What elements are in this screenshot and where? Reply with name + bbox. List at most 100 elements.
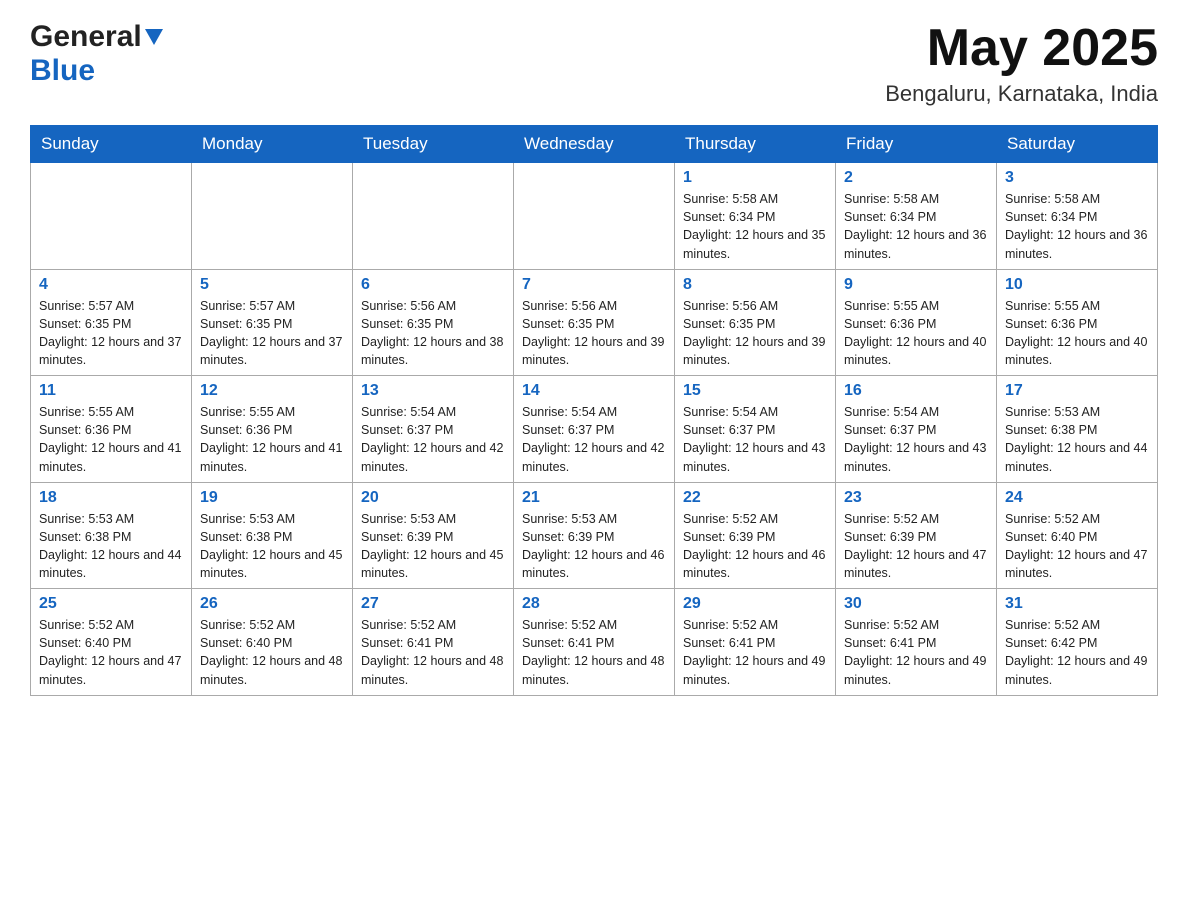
- day-info: Sunrise: 5:53 AMSunset: 6:38 PMDaylight:…: [200, 510, 344, 583]
- day-number: 15: [683, 382, 827, 400]
- day-number: 30: [844, 595, 988, 613]
- calendar-cell: 14 Sunrise: 5:54 AMSunset: 6:37 PMDayligh…: [514, 376, 675, 483]
- calendar-cell: 26Sunrise: 5:52 AMSunset: 6:40 PMDayligh…: [192, 589, 353, 696]
- calendar-cell: 5 Sunrise: 5:57 AMSunset: 6:35 PMDaylight…: [192, 269, 353, 376]
- calendar-cell: 27 Sunrise: 5:52 AMSunset: 6:41 PMDayligh…: [353, 589, 514, 696]
- day-info: Sunrise: 5:52 AMSunset: 6:40 PMDaylight:…: [1005, 510, 1149, 583]
- day-info: Sunrise: 5:55 AMSunset: 6:36 PMDaylight:…: [1005, 297, 1149, 370]
- calendar-week-4: 18 Sunrise: 5:53 AMSunset: 6:38 PMDayligh…: [31, 482, 1158, 589]
- calendar-cell: 12 Sunrise: 5:55 AMSunset: 6:36 PMDayligh…: [192, 376, 353, 483]
- day-number: 14: [522, 382, 666, 400]
- calendar-week-3: 11 Sunrise: 5:55 AMSunset: 6:36 PMDayligh…: [31, 376, 1158, 483]
- day-number: 12: [200, 382, 344, 400]
- day-info: Sunrise: 5:56 AMSunset: 6:35 PMDaylight:…: [683, 297, 827, 370]
- day-info: Sunrise: 5:58 AMSunset: 6:34 PMDaylight:…: [1005, 190, 1149, 263]
- day-number: 4: [39, 276, 183, 294]
- day-header-sunday: Sunday: [31, 126, 192, 163]
- day-number: 2: [844, 169, 988, 187]
- calendar-cell: [192, 163, 353, 270]
- day-info: Sunrise: 5:54 AMSunset: 6:37 PMDaylight:…: [522, 403, 666, 476]
- calendar-cell: 17 Sunrise: 5:53 AMSunset: 6:38 PMDayligh…: [997, 376, 1158, 483]
- calendar-cell: 13Sunrise: 5:54 AMSunset: 6:37 PMDayligh…: [353, 376, 514, 483]
- calendar-cell: 28 Sunrise: 5:52 AMSunset: 6:41 PMDayligh…: [514, 589, 675, 696]
- day-info: Sunrise: 5:54 AMSunset: 6:37 PMDaylight:…: [683, 403, 827, 476]
- day-header-tuesday: Tuesday: [353, 126, 514, 163]
- calendar-cell: 8 Sunrise: 5:56 AMSunset: 6:35 PMDaylight…: [675, 269, 836, 376]
- day-number: 1: [683, 169, 827, 187]
- day-info: Sunrise: 5:57 AMSunset: 6:35 PMDaylight:…: [200, 297, 344, 370]
- day-info: Sunrise: 5:52 AMSunset: 6:41 PMDaylight:…: [361, 616, 505, 689]
- day-number: 10: [1005, 276, 1149, 294]
- calendar-cell: 31Sunrise: 5:52 AMSunset: 6:42 PMDayligh…: [997, 589, 1158, 696]
- day-info: Sunrise: 5:52 AMSunset: 6:41 PMDaylight:…: [844, 616, 988, 689]
- day-header-monday: Monday: [192, 126, 353, 163]
- day-number: 7: [522, 276, 666, 294]
- day-number: 8: [683, 276, 827, 294]
- day-info: Sunrise: 5:53 AMSunset: 6:39 PMDaylight:…: [522, 510, 666, 583]
- calendar-week-2: 4 Sunrise: 5:57 AMSunset: 6:35 PMDaylight…: [31, 269, 1158, 376]
- day-number: 29: [683, 595, 827, 613]
- logo-general: General: [30, 20, 142, 54]
- day-info: Sunrise: 5:57 AMSunset: 6:35 PMDaylight:…: [39, 297, 183, 370]
- calendar-cell: 23Sunrise: 5:52 AMSunset: 6:39 PMDayligh…: [836, 482, 997, 589]
- title-block: May 2025 Bengaluru, Karnataka, India: [885, 20, 1158, 107]
- logo: General Blue: [30, 20, 163, 88]
- day-info: Sunrise: 5:56 AMSunset: 6:35 PMDaylight:…: [522, 297, 666, 370]
- day-header-wednesday: Wednesday: [514, 126, 675, 163]
- day-info: Sunrise: 5:52 AMSunset: 6:40 PMDaylight:…: [200, 616, 344, 689]
- calendar-cell: [31, 163, 192, 270]
- calendar-cell: 19 Sunrise: 5:53 AMSunset: 6:38 PMDayligh…: [192, 482, 353, 589]
- day-number: 22: [683, 489, 827, 507]
- day-info: Sunrise: 5:52 AMSunset: 6:40 PMDaylight:…: [39, 616, 183, 689]
- calendar-cell: 16Sunrise: 5:54 AMSunset: 6:37 PMDayligh…: [836, 376, 997, 483]
- day-number: 6: [361, 276, 505, 294]
- day-info: Sunrise: 5:55 AMSunset: 6:36 PMDaylight:…: [844, 297, 988, 370]
- day-header-saturday: Saturday: [997, 126, 1158, 163]
- calendar-cell: 30 Sunrise: 5:52 AMSunset: 6:41 PMDayligh…: [836, 589, 997, 696]
- day-info: Sunrise: 5:58 AMSunset: 6:34 PMDaylight:…: [683, 190, 827, 263]
- day-number: 25: [39, 595, 183, 613]
- calendar-cell: 10 Sunrise: 5:55 AMSunset: 6:36 PMDayligh…: [997, 269, 1158, 376]
- calendar-cell: 15 Sunrise: 5:54 AMSunset: 6:37 PMDayligh…: [675, 376, 836, 483]
- calendar-cell: 3 Sunrise: 5:58 AMSunset: 6:34 PMDaylight…: [997, 163, 1158, 270]
- day-info: Sunrise: 5:52 AMSunset: 6:39 PMDaylight:…: [683, 510, 827, 583]
- day-number: 28: [522, 595, 666, 613]
- calendar-cell: 11 Sunrise: 5:55 AMSunset: 6:36 PMDayligh…: [31, 376, 192, 483]
- day-number: 31: [1005, 595, 1149, 613]
- day-info: Sunrise: 5:52 AMSunset: 6:41 PMDaylight:…: [522, 616, 666, 689]
- logo-blue: Blue: [30, 54, 95, 87]
- day-number: 27: [361, 595, 505, 613]
- day-number: 18: [39, 489, 183, 507]
- day-info: Sunrise: 5:54 AMSunset: 6:37 PMDaylight:…: [844, 403, 988, 476]
- calendar-cell: 2Sunrise: 5:58 AMSunset: 6:34 PMDaylight…: [836, 163, 997, 270]
- calendar-cell: [353, 163, 514, 270]
- calendar-cell: 25 Sunrise: 5:52 AMSunset: 6:40 PMDayligh…: [31, 589, 192, 696]
- day-number: 23: [844, 489, 988, 507]
- logo-triangle-icon: [145, 29, 163, 45]
- day-number: 24: [1005, 489, 1149, 507]
- day-header-friday: Friday: [836, 126, 997, 163]
- calendar-cell: 22 Sunrise: 5:52 AMSunset: 6:39 PMDayligh…: [675, 482, 836, 589]
- calendar-cell: 29Sunrise: 5:52 AMSunset: 6:41 PMDayligh…: [675, 589, 836, 696]
- day-number: 20: [361, 489, 505, 507]
- calendar-cell: 1 Sunrise: 5:58 AMSunset: 6:34 PMDaylight…: [675, 163, 836, 270]
- calendar-cell: 20Sunrise: 5:53 AMSunset: 6:39 PMDayligh…: [353, 482, 514, 589]
- day-info: Sunrise: 5:55 AMSunset: 6:36 PMDaylight:…: [39, 403, 183, 476]
- day-info: Sunrise: 5:56 AMSunset: 6:35 PMDaylight:…: [361, 297, 505, 370]
- day-info: Sunrise: 5:55 AMSunset: 6:36 PMDaylight:…: [200, 403, 344, 476]
- day-number: 11: [39, 382, 183, 400]
- day-number: 9: [844, 276, 988, 294]
- day-info: Sunrise: 5:54 AMSunset: 6:37 PMDaylight:…: [361, 403, 505, 476]
- calendar-cell: 9 Sunrise: 5:55 AMSunset: 6:36 PMDaylight…: [836, 269, 997, 376]
- calendar-table: SundayMondayTuesdayWednesdayThursdayFrid…: [30, 125, 1158, 696]
- calendar-cell: 6 Sunrise: 5:56 AMSunset: 6:35 PMDaylight…: [353, 269, 514, 376]
- page-header: General Blue May 2025 Bengaluru, Karnata…: [30, 20, 1158, 107]
- location-title: Bengaluru, Karnataka, India: [885, 81, 1158, 107]
- day-number: 19: [200, 489, 344, 507]
- day-number: 17: [1005, 382, 1149, 400]
- day-number: 5: [200, 276, 344, 294]
- day-number: 3: [1005, 169, 1149, 187]
- day-info: Sunrise: 5:53 AMSunset: 6:38 PMDaylight:…: [1005, 403, 1149, 476]
- calendar-cell: 4 Sunrise: 5:57 AMSunset: 6:35 PMDaylight…: [31, 269, 192, 376]
- calendar-week-5: 25 Sunrise: 5:52 AMSunset: 6:40 PMDayligh…: [31, 589, 1158, 696]
